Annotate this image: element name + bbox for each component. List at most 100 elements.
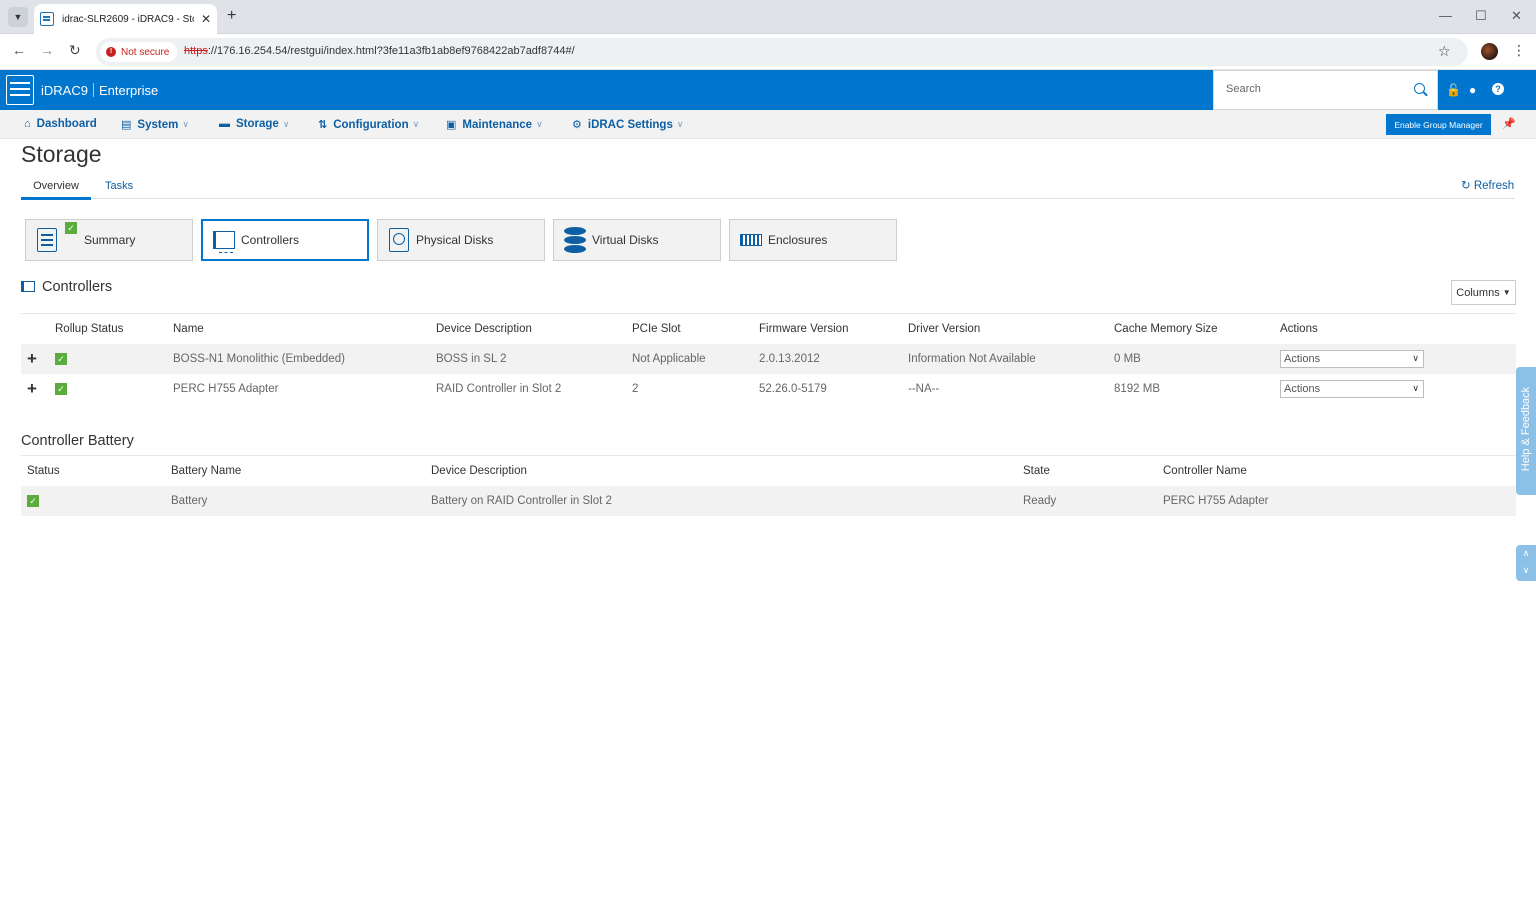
reload-button[interactable]: ↻ (69, 42, 81, 59)
actions-select-value: Actions (1284, 352, 1321, 365)
nav-dashboard[interactable]: ⌂ Dashboard (24, 118, 97, 130)
tile-controllers[interactable]: Controllers (201, 219, 369, 261)
controller-description: BOSS in SL 2 (436, 343, 632, 374)
column-header[interactable]: Rollup Status (55, 313, 173, 344)
enclosure-icon (740, 228, 762, 252)
page-title: Storage (21, 141, 102, 167)
refresh-icon: ↻ (1461, 180, 1471, 192)
controller-description: RAID Controller in Slot 2 (436, 382, 562, 395)
status-ok-icon: ✓ (55, 352, 67, 365)
security-label: Not secure (121, 46, 170, 58)
column-header[interactable]: Device Description (431, 455, 1023, 486)
help-icon[interactable]: ? (1492, 83, 1504, 95)
controller-firmware: 52.26.0-5179 (759, 382, 827, 395)
chevron-down-icon: ∨ (676, 119, 684, 129)
product-name: iDRAC9 (41, 83, 88, 98)
url-protocol: https (184, 45, 208, 57)
browser-toolbar: ← → ↻ ! Not secure https://176.16.254.54… (0, 34, 1536, 70)
close-window-button[interactable]: ✕ (1511, 8, 1522, 24)
column-header[interactable]: Device Description (436, 313, 632, 344)
user-icon[interactable]: ● (1469, 83, 1476, 97)
table-header-row: Status Battery Name Device Description S… (21, 455, 1516, 486)
column-header[interactable]: PCIe Slot (632, 313, 759, 344)
controller-driver: Information Not Available (908, 343, 1114, 374)
column-header[interactable]: Name (173, 313, 436, 344)
column-header[interactable]: State (1023, 455, 1163, 486)
expand-icon[interactable]: + (21, 379, 37, 399)
profile-avatar[interactable] (1481, 43, 1498, 60)
page-tabs: Overview Tasks (21, 178, 1515, 200)
nav-idrac-settings[interactable]: ⚙ iDRAC Settings ∨ (572, 118, 684, 132)
search-input[interactable] (1226, 83, 1406, 95)
search-icon[interactable] (1414, 83, 1425, 94)
tile-enclosures[interactable]: Enclosures (729, 219, 897, 261)
actions-select[interactable]: Actions ∨ (1280, 379, 1424, 398)
minimize-button[interactable]: — (1439, 8, 1452, 23)
column-header[interactable]: Status (21, 455, 171, 486)
back-button[interactable]: ← (12, 42, 26, 58)
browser-menu-icon[interactable]: ⋮ (1512, 42, 1526, 59)
columns-button[interactable]: Columns ▼ (1451, 280, 1516, 305)
nav-maintenance[interactable]: ▣ Maintenance ∨ (446, 118, 543, 132)
controller-card-icon (213, 228, 235, 253)
battery-controller: PERC H755 Adapter (1163, 485, 1516, 516)
security-chip[interactable]: ! Not secure (100, 42, 178, 62)
nav-storage[interactable]: ▬ Storage ∨ (219, 118, 289, 130)
expand-icon[interactable]: + (21, 349, 37, 369)
home-icon: ⌂ (24, 118, 31, 130)
column-header[interactable]: Cache Memory Size (1114, 313, 1280, 344)
nav-configuration[interactable]: ⇅ Configuration ∨ (318, 118, 420, 132)
lock-icon[interactable]: 🔓 (1446, 83, 1461, 97)
chevron-down-icon: ∨ (412, 119, 420, 129)
system-icon: ▤ (121, 119, 132, 131)
scroll-nav[interactable]: ∧ ∨ (1516, 545, 1536, 581)
chevron-down-icon: ∨ (1412, 383, 1419, 393)
chevron-down-icon[interactable]: ∨ (1516, 562, 1536, 579)
status-ok-icon: ✓ (27, 494, 39, 507)
address-bar[interactable]: ! Not secure https://176.16.254.54/restg… (96, 38, 1468, 66)
edition-name: Enterprise (98, 83, 159, 98)
tile-physical-disks[interactable]: Physical Disks (377, 219, 545, 261)
tile-summary[interactable]: ✓ Summary (25, 219, 193, 261)
table-row: + ✓ BOSS-N1 Monolithic (Embedded) BOSS i… (21, 343, 1516, 374)
pin-icon[interactable]: 📌 (1502, 117, 1516, 130)
nav-system[interactable]: ▤ System ∨ (121, 118, 189, 132)
table-row: + ✓ PERC H755 Adapter RAID Controller in… (21, 374, 1516, 404)
column-header[interactable]: Controller Name (1163, 455, 1516, 486)
maintenance-icon: ▣ (446, 119, 457, 131)
refresh-button[interactable]: ↻ Refresh (1461, 178, 1514, 192)
battery-name: Battery (171, 485, 431, 516)
table-row: ✓ Battery Battery on RAID Controller in … (21, 485, 1516, 516)
browser-tab[interactable]: idrac-SLR2609 - iDRAC9 - Storage ✕ (34, 4, 217, 34)
column-header: Actions (1280, 313, 1516, 344)
idrac-header: iDRAC9 Enterprise 🔓 ● ? (0, 70, 1536, 110)
column-header[interactable]: Firmware Version (759, 313, 908, 344)
controllers-title: Controllers (42, 279, 113, 295)
tile-virtual-disks[interactable]: Virtual Disks (553, 219, 721, 261)
tab-tasks[interactable]: Tasks (105, 180, 133, 192)
browser-tab-title: idrac-SLR2609 - iDRAC9 - Storage (62, 13, 194, 25)
enable-group-manager-button[interactable]: Enable Group Manager (1386, 114, 1491, 135)
url-text[interactable]: https://176.16.254.54/restgui/index.html… (184, 45, 575, 57)
chevron-down-icon: ∨ (536, 119, 543, 129)
bookmark-star-icon[interactable]: ☆ (1438, 43, 1451, 60)
chevron-up-icon[interactable]: ∧ (1516, 545, 1536, 562)
help-feedback-tab[interactable]: Help & Feedback (1516, 367, 1536, 495)
nav-label: Dashboard (36, 118, 97, 130)
tab-search-button[interactable]: ▼ (8, 7, 28, 27)
tab-overview[interactable]: Overview (21, 180, 91, 200)
forward-button[interactable]: → (40, 42, 54, 58)
maximize-button[interactable]: ☐ (1475, 8, 1487, 24)
battery-table: Status Battery Name Device Description S… (21, 455, 1516, 516)
actions-select[interactable]: Actions ∨ (1280, 349, 1424, 368)
battery-state: Ready (1023, 485, 1163, 516)
actions-select-value: Actions (1284, 382, 1321, 395)
nav-label: Maintenance (462, 118, 533, 131)
column-header[interactable]: Battery Name (171, 455, 431, 486)
status-ok-icon: ✓ (65, 222, 77, 234)
table-header-row: Rollup Status Name Device Description PC… (21, 313, 1516, 344)
close-tab-icon[interactable]: ✕ (201, 12, 211, 26)
search-box (1213, 70, 1438, 110)
column-header[interactable]: Driver Version (908, 313, 1114, 344)
new-tab-button[interactable]: + (227, 7, 236, 25)
